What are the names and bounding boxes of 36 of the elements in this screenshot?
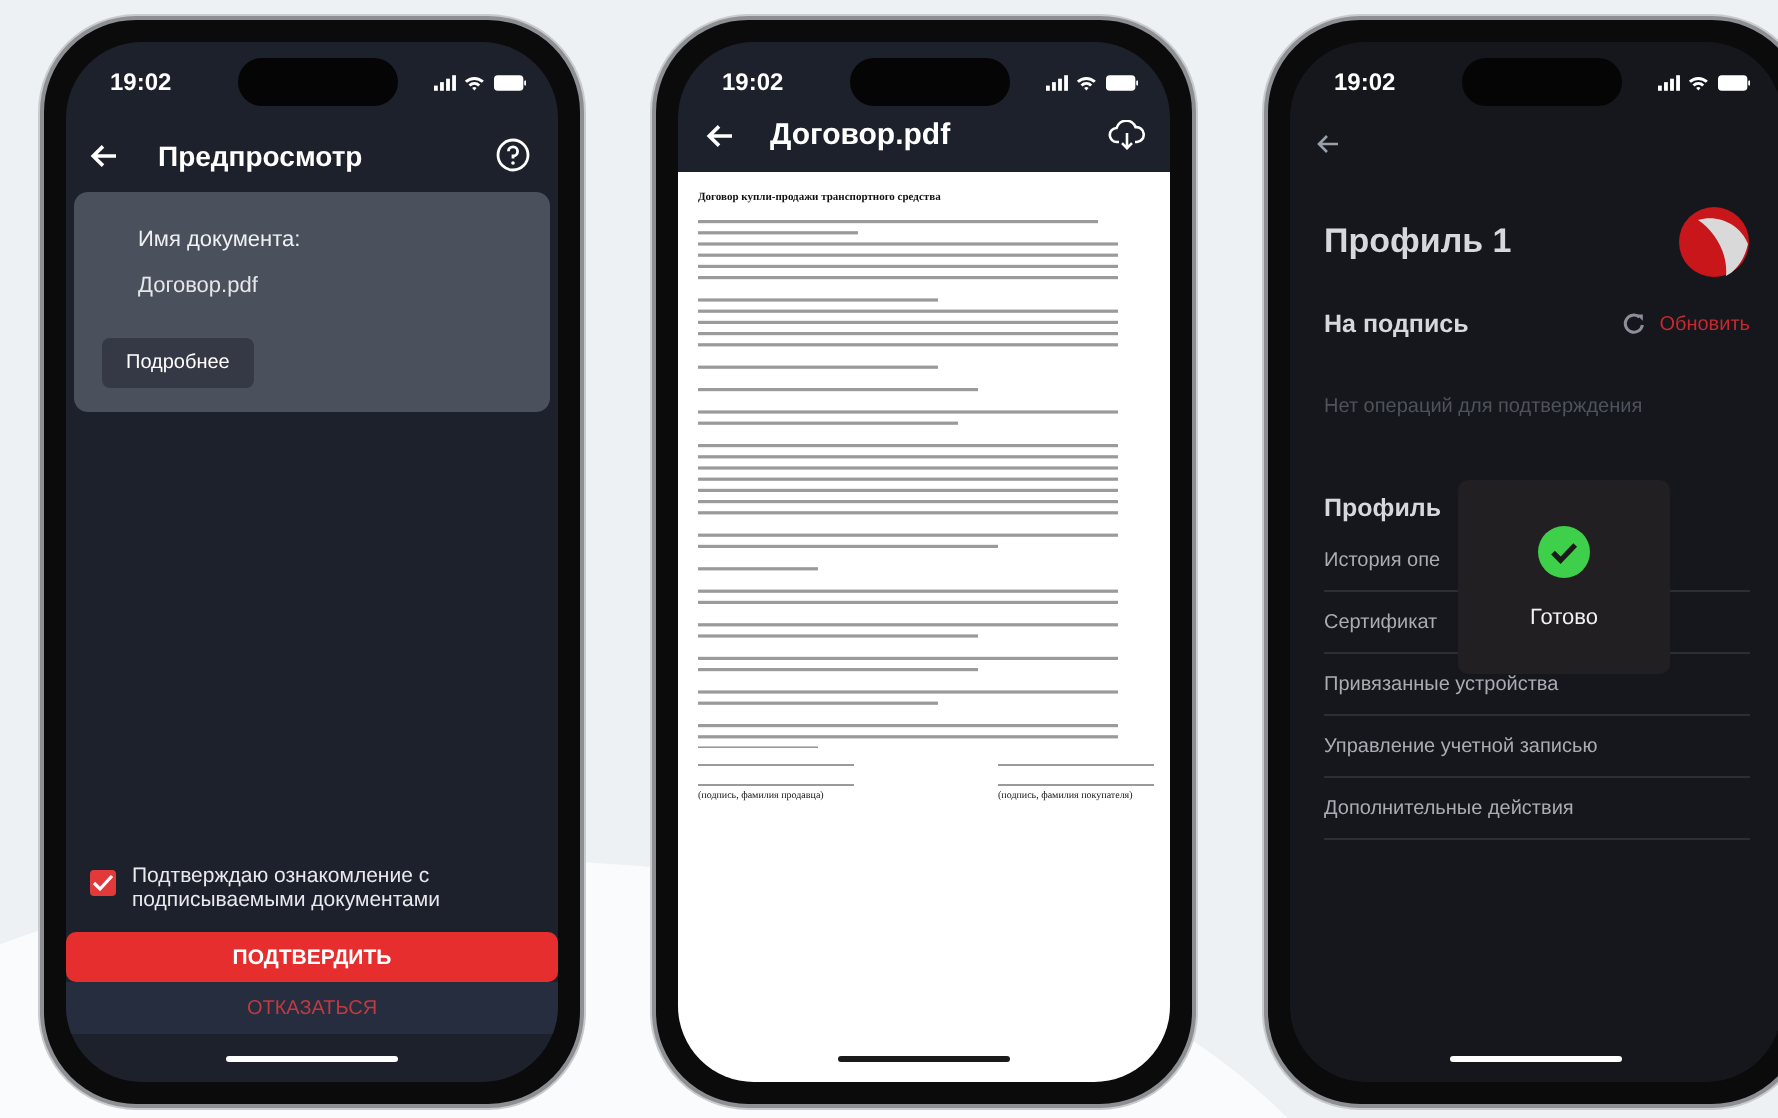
screen-title: Договор.pdf <box>770 118 953 152</box>
battery-icon <box>493 73 526 91</box>
wifi-icon <box>1076 73 1098 91</box>
refresh-icon <box>1621 312 1646 336</box>
profile-title: Профиль 1 <box>1324 222 1512 262</box>
status-time: 19:02 <box>110 68 174 96</box>
document-filename: Договор.pdf <box>138 274 258 298</box>
menu-item[interactable]: Управление учетной записью <box>1324 735 1598 757</box>
signal-icon <box>1046 73 1069 91</box>
section-heading: На подпись <box>1324 310 1469 338</box>
cloud-download-icon[interactable] <box>1108 120 1146 150</box>
confirm-button[interactable]: ПОДТВЕРДИТЬ <box>66 932 558 982</box>
battery-icon <box>1105 73 1138 91</box>
battery-icon <box>1717 73 1750 91</box>
wifi-icon <box>1688 73 1710 91</box>
consent-text: Подтверждаю ознакомление с подписываемыми документами <box>132 864 442 912</box>
section-heading: Профиль <box>1324 494 1444 522</box>
menu-item[interactable]: Привязанные устройства <box>1324 673 1559 695</box>
status-time: 19:02 <box>1334 68 1398 96</box>
signal-icon <box>1658 73 1681 91</box>
menu-item[interactable]: История опе <box>1324 549 1441 571</box>
empty-message: Нет операций для подтверждения <box>1324 396 1645 418</box>
menu-item[interactable]: Дополнительные действия <box>1324 797 1574 819</box>
logo <box>1678 206 1750 278</box>
check-circle-icon <box>1538 525 1590 577</box>
document-name-label: Имя документа: <box>138 228 301 252</box>
back-arrow-icon[interactable] <box>1316 134 1340 154</box>
screen-title: Предпросмотр <box>158 139 365 171</box>
details-button[interactable]: Подробнее <box>102 338 254 388</box>
menu-item[interactable]: Сертификат <box>1324 611 1438 633</box>
status-time: 19:02 <box>722 68 786 96</box>
toast-text: Готово <box>1530 605 1598 629</box>
help-icon[interactable] <box>496 138 530 172</box>
wifi-icon <box>464 73 486 91</box>
signal-icon <box>434 73 457 91</box>
consent-checkbox[interactable] <box>90 870 116 896</box>
